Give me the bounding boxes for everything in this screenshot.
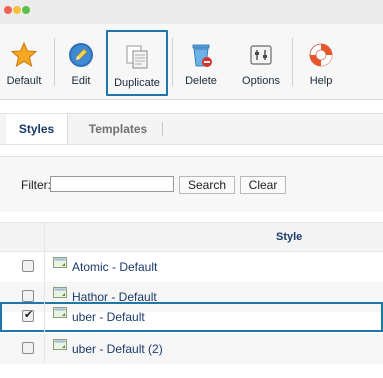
style-icon — [53, 287, 67, 298]
delete-button-label: Delete — [185, 75, 217, 87]
edit-button-label: Edit — [71, 75, 91, 87]
options-button[interactable]: Options — [234, 32, 288, 96]
edit-button[interactable]: Edit — [58, 32, 104, 96]
help-button-label: Help — [309, 75, 333, 87]
star-icon — [11, 42, 37, 68]
toolbar-separator — [54, 38, 55, 86]
style-name[interactable]: uber - Default — [72, 310, 145, 324]
style-name[interactable]: uber - Default (2) — [72, 342, 163, 356]
duplicate-button-label: Duplicate — [114, 77, 160, 89]
column-divider — [44, 302, 45, 332]
filter-bar: Filter: Search Clear — [0, 156, 383, 212]
tab-styles[interactable]: Styles — [6, 114, 68, 144]
column-divider — [44, 223, 45, 253]
style-name[interactable]: Atomic - Default — [72, 260, 157, 274]
maximize-window-icon[interactable] — [22, 6, 30, 14]
row-checkbox-checked[interactable] — [22, 308, 34, 322]
row-checkbox[interactable] — [22, 260, 34, 272]
search-button[interactable]: Search — [179, 176, 235, 194]
table-row[interactable]: uber - Default (2) — [0, 334, 383, 364]
toolbar-separator — [172, 38, 173, 86]
duplicate-button[interactable]: Duplicate — [106, 30, 168, 96]
table-row-selected[interactable]: uber - Default — [0, 302, 383, 332]
options-icon — [250, 45, 272, 65]
tab-templates[interactable]: Templates — [76, 114, 160, 144]
close-window-icon[interactable] — [4, 6, 12, 14]
trash-icon — [192, 44, 212, 67]
options-button-label: Options — [242, 75, 280, 87]
tab-divider — [162, 122, 163, 136]
delete-button[interactable]: Delete — [178, 32, 224, 96]
style-icon — [53, 339, 67, 350]
minimize-window-icon[interactable] — [13, 6, 21, 14]
toolbar: Default Edit Duplicate Delete Options He… — [0, 24, 383, 100]
filter-label: Filter: — [21, 178, 51, 192]
style-icon — [53, 307, 67, 318]
table-header: Style — [0, 222, 383, 253]
duplicate-icon — [126, 45, 148, 69]
row-checkbox[interactable] — [22, 342, 34, 354]
pencil-icon — [69, 43, 93, 67]
toolbar-separator — [292, 38, 293, 86]
lifebuoy-icon — [309, 43, 333, 67]
window-titlebar — [0, 0, 383, 24]
style-icon — [53, 257, 67, 268]
row-checkbox[interactable] — [22, 290, 34, 302]
table-row[interactable]: Atomic - Default — [0, 252, 383, 282]
default-button-label: Default — [6, 75, 42, 87]
styles-table: Style Atomic - Default Hathor - Default … — [0, 212, 383, 378]
style-column-header[interactable]: Style — [276, 231, 302, 243]
column-divider — [44, 252, 45, 282]
clear-button[interactable]: Clear — [240, 176, 286, 194]
help-button[interactable]: Help — [298, 32, 344, 96]
filter-input[interactable] — [50, 176, 174, 192]
tabs-bar: Styles Templates — [0, 113, 383, 145]
default-button[interactable]: Default — [0, 32, 48, 96]
column-divider — [44, 334, 45, 364]
